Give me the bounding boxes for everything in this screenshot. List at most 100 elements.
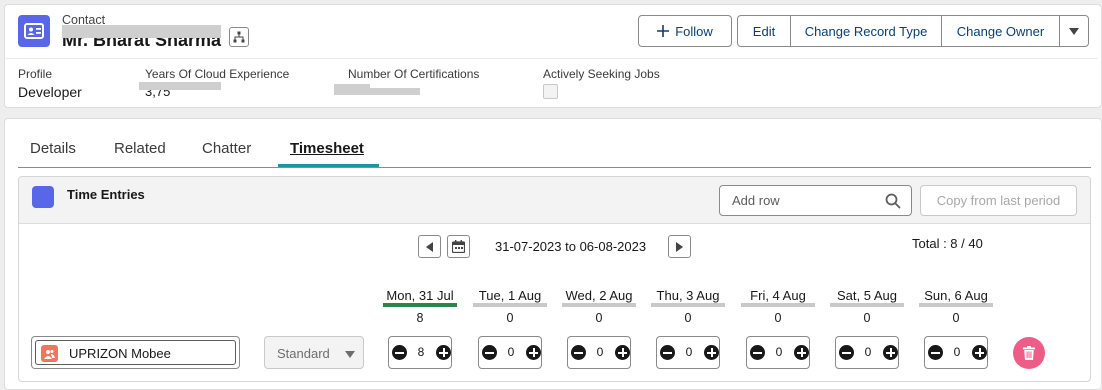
day-label: Thu, 3 Aug: [656, 288, 720, 303]
plus-icon: [657, 25, 670, 37]
add-row-input[interactable]: [720, 186, 880, 215]
profile-label: Profile: [18, 67, 53, 81]
calendar-button[interactable]: [447, 235, 470, 258]
day-column: Sun, 6 Aug 0: [919, 288, 993, 325]
redaction-bar: [334, 88, 420, 95]
day-indicator: [473, 303, 547, 307]
day-total: 0: [595, 311, 603, 325]
hours-value[interactable]: 0: [588, 345, 612, 359]
plus-icon[interactable]: [615, 345, 630, 360]
minus-icon[interactable]: [571, 345, 586, 360]
minus-icon[interactable]: [660, 345, 675, 360]
day-column: Sat, 5 Aug 0: [830, 288, 904, 325]
more-actions-button[interactable]: [1059, 15, 1089, 47]
previous-period-button[interactable]: [418, 235, 441, 258]
follow-button[interactable]: Follow: [638, 15, 732, 47]
edit-label: Edit: [752, 23, 776, 39]
change-owner-label: Change Owner: [956, 23, 1045, 39]
day-label: Sun, 6 Aug: [924, 288, 988, 303]
hours-value[interactable]: 0: [767, 345, 791, 359]
day-label: Mon, 31 Jul: [386, 288, 454, 303]
day-total: 8: [416, 311, 424, 325]
search-icon: [885, 193, 901, 209]
day-indicator: [383, 303, 457, 307]
hours-stepper[interactable]: 8: [388, 336, 452, 369]
day-label: Fri, 4 Aug: [750, 288, 806, 303]
certifications-label: Number Of Certifications: [348, 67, 480, 81]
tab-related[interactable]: Related: [114, 140, 166, 157]
day-column: Fri, 4 Aug 0: [741, 288, 815, 325]
day-indicator: [741, 303, 815, 307]
hours-stepper[interactable]: 0: [746, 336, 810, 369]
day-label: Wed, 2 Aug: [565, 288, 633, 303]
minus-icon[interactable]: [750, 345, 765, 360]
hours-value[interactable]: 8: [409, 345, 433, 359]
day-column: Mon, 31 Jul 8: [383, 288, 457, 325]
people-icon: [41, 345, 58, 362]
change-owner-button[interactable]: Change Owner: [941, 15, 1060, 47]
plus-icon[interactable]: [972, 345, 987, 360]
day-indicator: [562, 303, 636, 307]
time-type-value: Standard: [277, 346, 330, 361]
hours-stepper[interactable]: 0: [478, 336, 542, 369]
time-type-select[interactable]: Standard: [264, 336, 364, 369]
hours-value[interactable]: 0: [499, 345, 523, 359]
change-record-type-label: Change Record Type: [804, 23, 928, 39]
follow-label: Follow: [675, 23, 713, 39]
project-pill[interactable]: UPRIZON Mobee: [35, 340, 236, 365]
redaction-bar: [139, 82, 221, 90]
plus-icon[interactable]: [704, 345, 719, 360]
day-total: 0: [774, 311, 782, 325]
triangle-right-icon: [676, 241, 683, 252]
trash-icon: [1023, 346, 1035, 360]
day-total: 0: [506, 311, 514, 325]
project-field[interactable]: UPRIZON Mobee: [31, 336, 240, 369]
active-tab-indicator: [278, 164, 379, 167]
hours-stepper[interactable]: 0: [835, 336, 899, 369]
triangle-left-icon: [426, 241, 433, 252]
day-column: Tue, 1 Aug 0: [473, 288, 547, 325]
add-row-search[interactable]: [719, 185, 912, 216]
time-entries-icon: [32, 186, 54, 208]
day-column: Thu, 3 Aug 0: [651, 288, 725, 325]
minus-icon[interactable]: [392, 345, 407, 360]
time-entries-title: Time Entries: [67, 187, 145, 202]
next-period-button[interactable]: [668, 235, 691, 258]
day-label: Sat, 5 Aug: [837, 288, 897, 303]
experience-label: Years Of Cloud Experience: [145, 67, 290, 81]
day-label: Tue, 1 Aug: [478, 288, 542, 303]
hours-stepper[interactable]: 0: [924, 336, 988, 369]
tab-chatter[interactable]: Chatter: [202, 140, 251, 157]
header-divider: [4, 58, 1098, 59]
project-name: UPRIZON Mobee: [69, 346, 171, 361]
copy-from-last-period-button[interactable]: Copy from last period: [920, 185, 1077, 216]
profile-value: Developer: [18, 84, 82, 100]
hours-stepper[interactable]: 0: [656, 336, 720, 369]
plus-icon[interactable]: [526, 345, 541, 360]
hours-value[interactable]: 0: [677, 345, 701, 359]
plus-icon[interactable]: [794, 345, 809, 360]
chevron-down-icon: [345, 351, 355, 358]
day-indicator: [919, 303, 993, 307]
delete-row-button[interactable]: [1013, 337, 1045, 369]
hierarchy-icon: [233, 31, 245, 43]
edit-button[interactable]: Edit: [737, 15, 791, 47]
hours-stepper[interactable]: 0: [567, 336, 631, 369]
hours-value[interactable]: 0: [945, 345, 969, 359]
hours-value[interactable]: 0: [856, 345, 880, 359]
date-range: 31-07-2023 to 06-08-2023: [495, 239, 647, 254]
hierarchy-button[interactable]: [229, 27, 249, 47]
contact-card-icon: [18, 15, 50, 47]
change-record-type-button[interactable]: Change Record Type: [790, 15, 942, 47]
minus-icon[interactable]: [928, 345, 943, 360]
minus-icon[interactable]: [482, 345, 497, 360]
tab-details[interactable]: Details: [30, 140, 76, 157]
redaction-bar: [62, 25, 221, 38]
plus-icon[interactable]: [436, 345, 451, 360]
plus-icon[interactable]: [883, 345, 898, 360]
day-total: 0: [684, 311, 692, 325]
seeking-label: Actively Seeking Jobs: [543, 67, 660, 81]
tab-timesheet[interactable]: Timesheet: [290, 140, 364, 157]
minus-icon[interactable]: [839, 345, 854, 360]
seeking-checkbox: [543, 84, 558, 99]
